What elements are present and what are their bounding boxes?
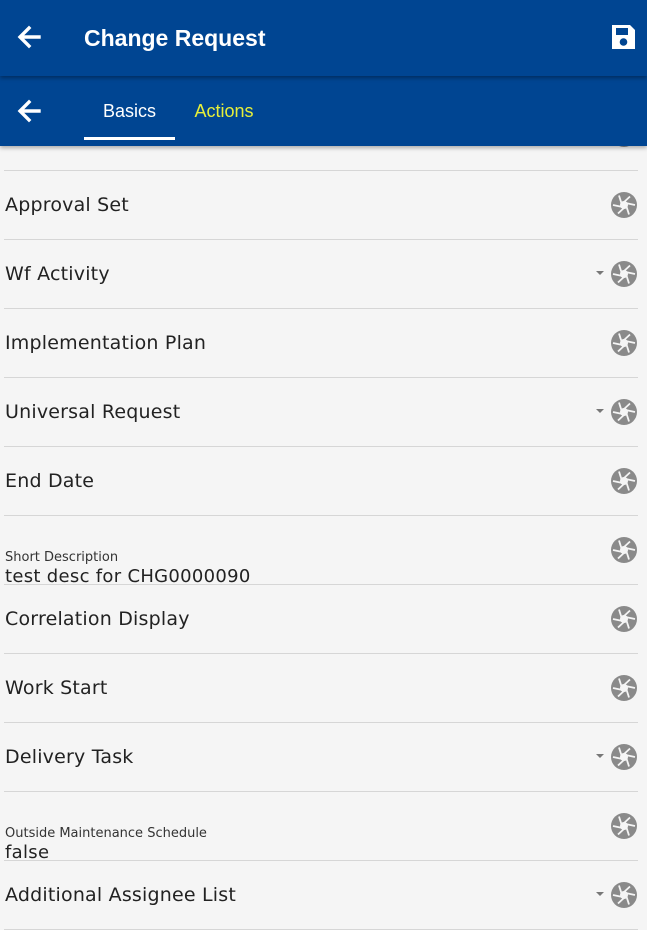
dropdown-arrow-icon[interactable] <box>596 271 604 275</box>
field-label: Universal Request <box>5 401 181 423</box>
camera-shutter-icon[interactable] <box>610 605 638 633</box>
field-label: Approval Set <box>5 194 129 216</box>
active-tab-indicator <box>84 137 175 140</box>
field-row-outside-maintenance-schedule[interactable]: Outside Maintenance Schedule false <box>4 792 638 863</box>
camera-shutter-icon[interactable] <box>610 329 638 357</box>
camera-shutter-icon[interactable] <box>610 260 638 288</box>
dropdown-arrow-icon[interactable] <box>596 892 604 896</box>
camera-shutter-icon[interactable] <box>610 398 638 426</box>
field-row-universal-request[interactable]: Universal Request <box>4 378 638 447</box>
field-label: Implementation Plan <box>5 332 207 354</box>
field-row-end-date[interactable]: End Date <box>4 447 638 516</box>
save-icon[interactable] <box>609 22 637 52</box>
camera-shutter-icon[interactable] <box>610 536 638 564</box>
field-row-delivery-task[interactable]: Delivery Task <box>4 723 638 792</box>
tab-back-arrow-icon[interactable] <box>14 96 44 126</box>
field-label: End Date <box>5 470 95 492</box>
dropdown-arrow-icon[interactable] <box>596 409 604 413</box>
field-row-wf-activity[interactable]: Wf Activity <box>4 240 638 309</box>
app-bar: Change Request <box>0 0 647 76</box>
field-label: Work Start <box>5 677 108 699</box>
camera-shutter-icon[interactable] <box>610 881 638 909</box>
field-row-additional-assignee-list[interactable]: Additional Assignee List <box>4 861 638 930</box>
field-row-work-start[interactable]: Work Start <box>4 654 638 723</box>
field-label: Short Description <box>5 550 119 565</box>
tab-basics-label: Basics <box>102 101 156 121</box>
back-arrow-icon[interactable] <box>14 22 44 52</box>
page-title: Change Request <box>84 25 266 51</box>
field-label: Outside Maintenance Schedule <box>5 826 207 841</box>
field-row-correlation-display[interactable]: Correlation Display <box>4 585 638 654</box>
camera-shutter-icon[interactable] <box>610 812 638 840</box>
field-label: Delivery Task <box>5 746 134 768</box>
dropdown-arrow-icon[interactable] <box>596 754 604 758</box>
field-label: Wf Activity <box>5 263 110 285</box>
field-row-short-description[interactable]: Short Description test desc for CHG00000… <box>4 516 638 587</box>
field-label: Correlation Display <box>5 608 190 630</box>
camera-shutter-icon[interactable] <box>610 674 638 702</box>
tab-actions[interactable]: Actions <box>176 76 272 146</box>
tab-actions-label: Actions <box>194 101 254 121</box>
camera-shutter-icon[interactable] <box>610 467 638 495</box>
camera-shutter-icon[interactable] <box>610 191 638 219</box>
field-list: Approval Set Wf Activity Implementation … <box>0 102 647 930</box>
field-label: Additional Assignee List <box>5 884 237 906</box>
field-row-approval-set[interactable]: Approval Set <box>4 171 638 240</box>
tab-basics[interactable]: Basics <box>84 76 175 146</box>
camera-shutter-icon[interactable] <box>610 743 638 771</box>
field-row-implementation-plan[interactable]: Implementation Plan <box>4 309 638 378</box>
tab-bar: Basics Actions <box>0 76 647 146</box>
